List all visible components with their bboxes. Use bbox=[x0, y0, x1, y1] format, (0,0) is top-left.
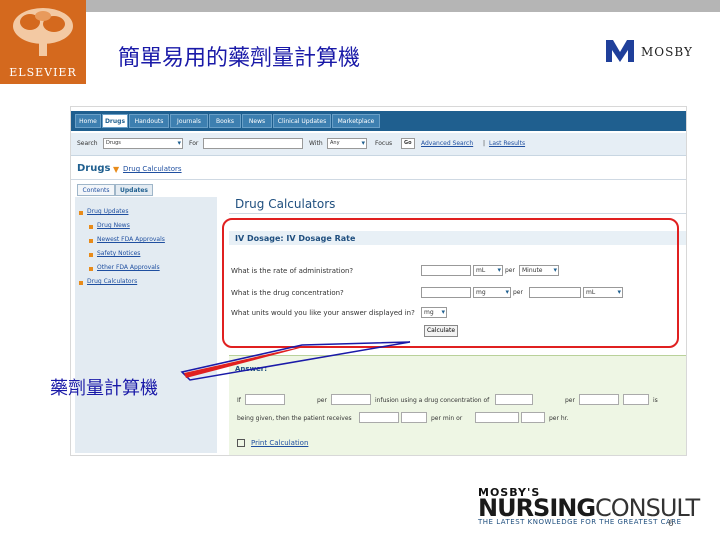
search-separator: | bbox=[483, 140, 486, 147]
top-nav: Home Drugs Handouts Journals Books News … bbox=[71, 111, 686, 131]
go-button[interactable]: Go bbox=[401, 138, 415, 149]
tab-handouts[interactable]: Handouts bbox=[129, 114, 169, 128]
answer-field bbox=[245, 394, 285, 405]
answer-field bbox=[623, 394, 649, 405]
with-label: With bbox=[309, 140, 323, 147]
search-scope-select[interactable]: Drugs bbox=[103, 138, 183, 149]
answer-field bbox=[579, 394, 619, 405]
highlight-box bbox=[222, 218, 679, 348]
last-results-link[interactable]: Last Results bbox=[489, 140, 525, 147]
printer-icon[interactable] bbox=[237, 439, 245, 447]
answer-field bbox=[359, 412, 399, 423]
tab-clinical-updates[interactable]: Clinical Updates bbox=[273, 114, 331, 128]
tab-books[interactable]: Books bbox=[209, 114, 241, 128]
section-heading: Drugs bbox=[77, 163, 111, 174]
sidebar-item-other-fda[interactable]: Other FDA Approvals bbox=[97, 264, 160, 271]
focus-label: Focus bbox=[375, 140, 393, 147]
bullet-icon bbox=[89, 239, 93, 243]
slide-title: 簡單易用的藥劑量計算機 bbox=[118, 46, 361, 71]
tab-updates[interactable]: Updates bbox=[115, 184, 153, 196]
answer-text: per bbox=[565, 397, 575, 404]
mosby-logo-icon bbox=[606, 40, 634, 62]
sidebar-item-drug-calculators[interactable]: Drug Calculators bbox=[87, 278, 137, 285]
answer-text: is bbox=[653, 397, 658, 404]
advanced-search-link[interactable]: Advanced Search bbox=[421, 140, 473, 147]
bullet-icon bbox=[89, 267, 93, 271]
answer-field bbox=[495, 394, 533, 405]
search-label: Search bbox=[77, 140, 98, 147]
bullet-icon bbox=[89, 253, 93, 257]
answer-text: If bbox=[237, 397, 241, 404]
calculator-title: Drug Calculators bbox=[235, 197, 336, 211]
answer-text: per bbox=[317, 397, 327, 404]
search-input[interactable] bbox=[203, 138, 303, 149]
answer-field bbox=[331, 394, 371, 405]
sidebar-item-drug-news[interactable]: Drug News bbox=[97, 222, 130, 229]
tab-marketplace[interactable]: Marketplace bbox=[332, 114, 380, 128]
answer-field bbox=[521, 412, 545, 423]
sidebar-item-safety-notices[interactable]: Safety Notices bbox=[97, 250, 140, 257]
tree-icon bbox=[13, 8, 73, 56]
answer-text: per hr. bbox=[549, 415, 569, 422]
callout-label: 藥劑量計算機 bbox=[50, 378, 158, 399]
answer-title: Answer: bbox=[235, 365, 268, 373]
with-select[interactable]: Any bbox=[327, 138, 367, 149]
print-calculation-link[interactable]: Print Calculation bbox=[251, 439, 308, 447]
page-number: 6 bbox=[668, 519, 674, 529]
answer-field bbox=[401, 412, 427, 423]
bullet-icon bbox=[89, 225, 93, 229]
search-bar: Search Drugs For With Any Focus Go Advan… bbox=[71, 133, 686, 156]
header-bar bbox=[86, 0, 720, 12]
bullet-icon bbox=[79, 281, 83, 285]
elsevier-wordmark: ELSEVIER bbox=[9, 66, 77, 79]
elsevier-logo: ELSEVIER bbox=[0, 0, 86, 84]
sidebar-item-drug-updates[interactable]: Drug Updates bbox=[87, 208, 128, 215]
dropdown-arrow-icon[interactable]: ▼ bbox=[113, 165, 119, 174]
answer-text: infusion using a drug concentration of bbox=[375, 397, 490, 404]
divider bbox=[229, 213, 686, 214]
brand-tagline: THE LATEST KNOWLEDGE FOR THE GREATEST CA… bbox=[478, 518, 682, 526]
tab-journals[interactable]: Journals bbox=[170, 114, 208, 128]
tab-contents[interactable]: Contents bbox=[77, 184, 115, 196]
sidebar-item-newest-fda[interactable]: Newest FDA Approvals bbox=[97, 236, 165, 243]
tab-news[interactable]: News bbox=[242, 114, 272, 128]
tab-drugs[interactable]: Drugs bbox=[102, 114, 128, 128]
left-panel: Drug Updates Drug News Newest FDA Approv… bbox=[75, 197, 217, 453]
answer-field bbox=[475, 412, 519, 423]
tab-home[interactable]: Home bbox=[75, 114, 101, 128]
answer-text: per min or bbox=[431, 415, 463, 422]
divider bbox=[71, 179, 686, 180]
answer-text: being given, then the patient receives bbox=[237, 415, 352, 422]
bullet-icon bbox=[79, 211, 83, 215]
for-label: For bbox=[189, 140, 199, 147]
breadcrumb-link[interactable]: Drug Calculators bbox=[123, 165, 182, 173]
mosby-wordmark: MOSBY bbox=[641, 45, 693, 59]
